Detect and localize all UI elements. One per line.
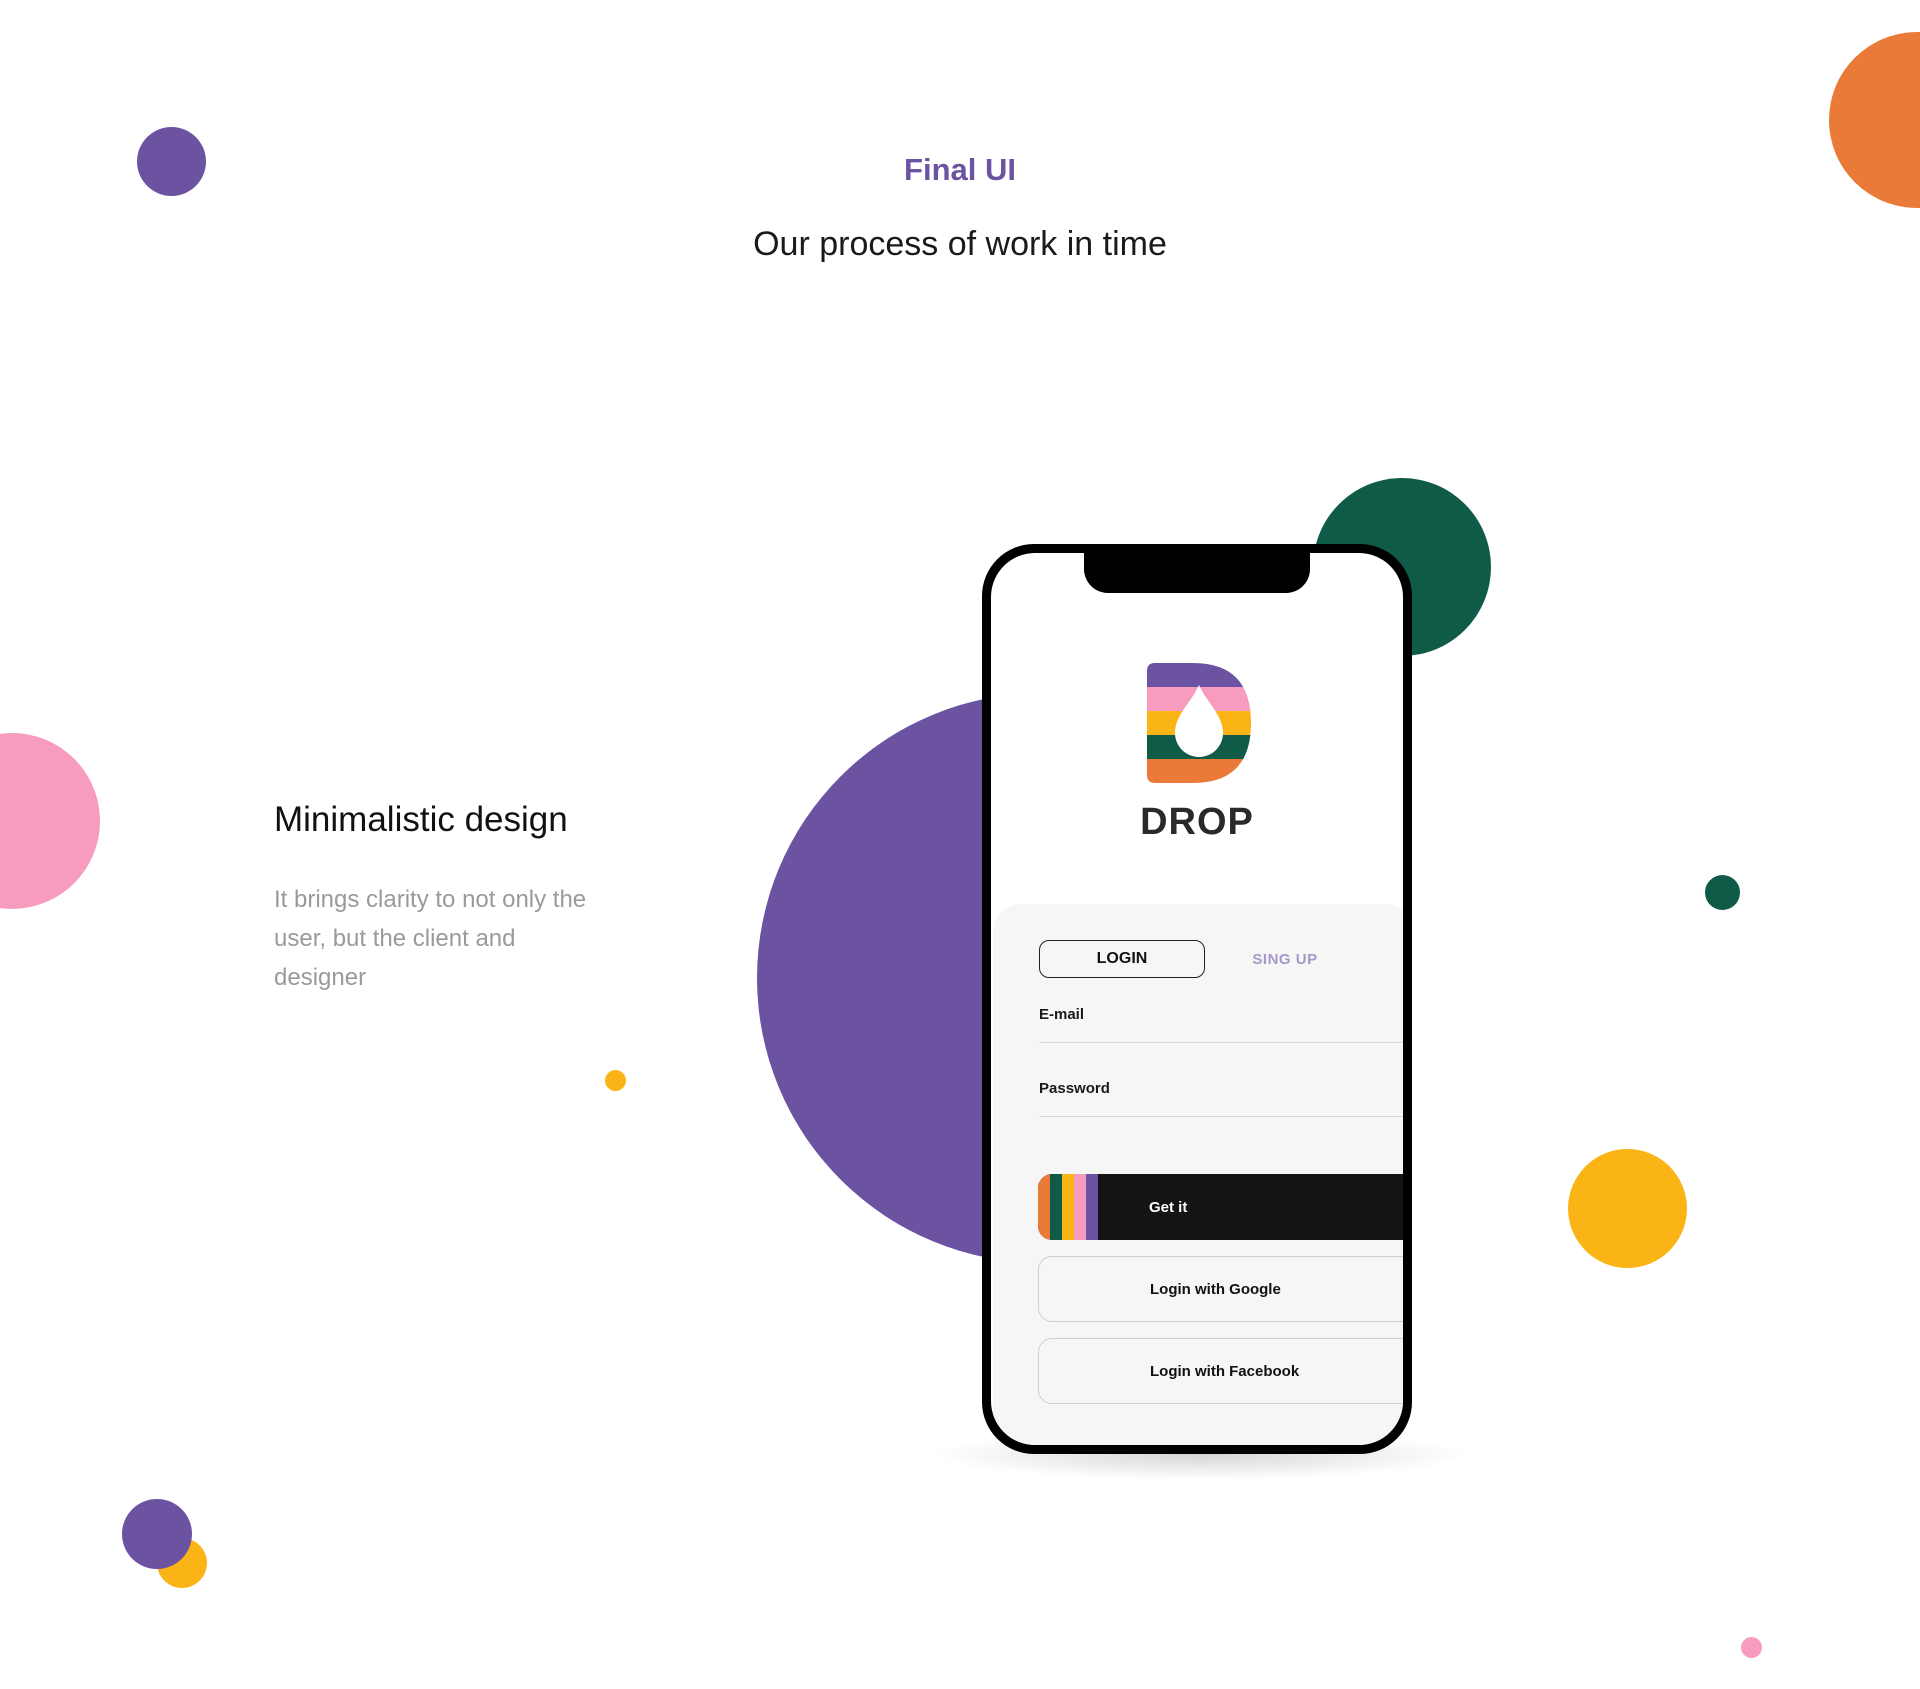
decor-circle-pink-tiny [1741, 1637, 1762, 1658]
tab-signup[interactable]: SING UP [1240, 940, 1330, 978]
phone-notch [1084, 553, 1310, 593]
section-eyebrow: Final UI [904, 152, 1016, 187]
decor-circle-yellow-tiny [605, 1070, 626, 1091]
password-field[interactable] [1039, 1116, 1403, 1117]
get-it-button[interactable]: Get it [1038, 1174, 1403, 1240]
drop-logo-icon [1147, 663, 1251, 783]
feature-description: It brings clarity to not only the user, … [274, 886, 587, 991]
feature-title: Minimalistic design [274, 800, 568, 839]
login-facebook-label: Login with Facebook [1150, 1362, 1300, 1380]
login-facebook-button[interactable]: Login with Facebook [1038, 1338, 1403, 1404]
login-google-label: Login with Google [1150, 1280, 1281, 1298]
login-google-button[interactable]: Login with Google [1038, 1256, 1403, 1322]
password-field-label: Password [1039, 1080, 1110, 1097]
section-headline: Our process of work in time [753, 225, 1167, 263]
get-it-label: Get it [1149, 1198, 1188, 1216]
email-field-label: E-mail [1039, 1006, 1085, 1023]
tab-login[interactable]: LOGIN [1039, 940, 1205, 978]
brand-name: DROP [1140, 801, 1254, 843]
decor-circle-green-small [1705, 875, 1740, 910]
auth-panel: LOGIN SING UP E-mail Password Get it Log… [993, 904, 1403, 1445]
page: Final UI Our process of work in time Min… [0, 0, 1920, 1689]
decor-circle-yellow [1568, 1149, 1687, 1268]
color-stripes-icon [1038, 1174, 1098, 1240]
decor-circle-purple-bottom [122, 1499, 192, 1569]
phone-mockup: DROP LOGIN SING UP E-mail Password Get i… [982, 544, 1412, 1454]
phone-screen: DROP LOGIN SING UP E-mail Password Get i… [991, 553, 1403, 1445]
decor-circle-pink [0, 733, 100, 909]
email-field[interactable] [1039, 1042, 1403, 1043]
